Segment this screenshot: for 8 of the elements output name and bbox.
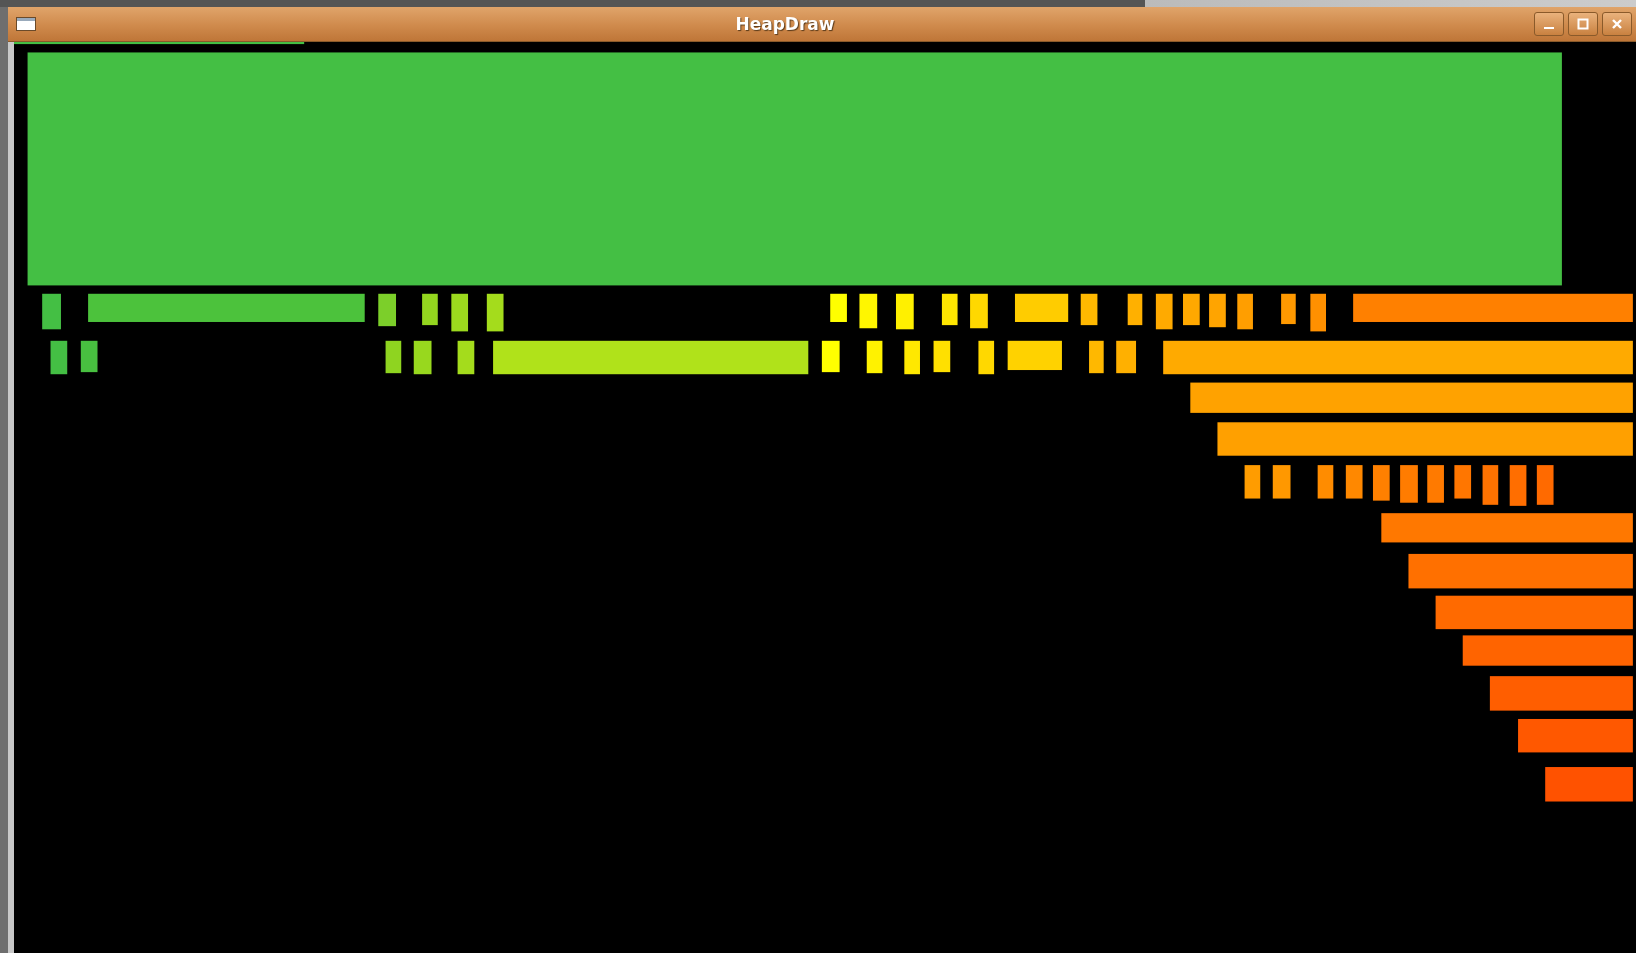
maximize-button[interactable] [1568,12,1598,36]
close-icon [1611,18,1623,30]
minimize-button[interactable] [1534,12,1564,36]
maximize-icon [1577,18,1589,30]
minimize-icon [1544,27,1554,29]
close-button[interactable] [1602,12,1632,36]
window-title: HeapDraw [734,14,836,34]
window-menu-icon[interactable] [16,17,36,31]
